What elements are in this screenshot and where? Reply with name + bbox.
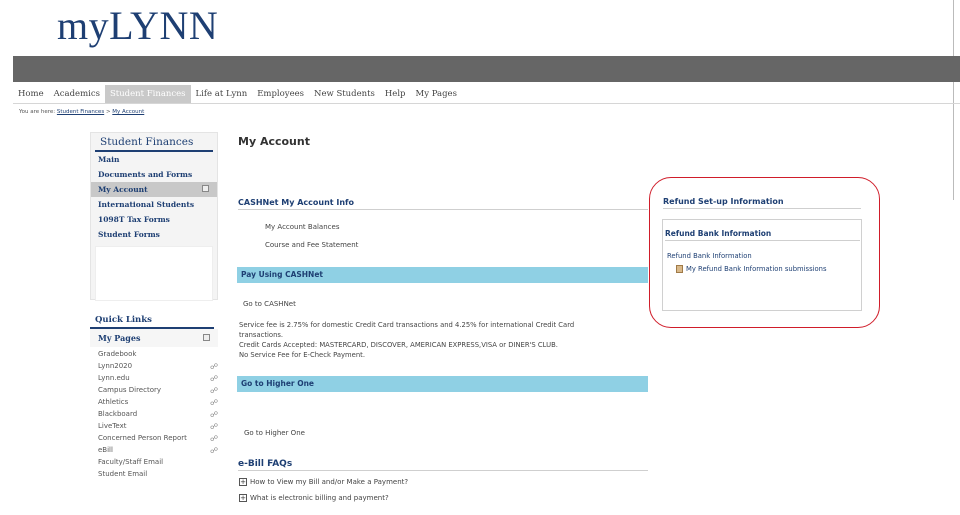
ebill-faqs-title: e-Bill FAQs bbox=[238, 459, 648, 471]
my-account-balances-link[interactable]: My Account Balances bbox=[265, 223, 339, 231]
sidebar-item-student-forms[interactable]: Student Forms bbox=[91, 227, 217, 242]
sidebar-item-1098t-tax-forms[interactable]: 1098T Tax Forms bbox=[91, 212, 217, 227]
nav-student-finances[interactable]: Student Finances bbox=[104, 85, 191, 103]
site-logo[interactable]: myLYNN bbox=[57, 2, 218, 49]
quick-links-panel: Quick Links My Pages Gradebook Lynn2020 ☍ L… bbox=[90, 312, 218, 480]
quick-link-item[interactable]: Lynn2020 ☍ bbox=[98, 360, 218, 372]
pay-using-cashnet-bar: Pay Using CASHNet bbox=[237, 267, 648, 283]
cashnet-section-title: CASHNet My Account Info bbox=[238, 198, 648, 210]
nav-home[interactable]: Home bbox=[13, 85, 49, 103]
refund-bank-subtitle[interactable]: Refund Bank Information bbox=[667, 252, 752, 260]
main-nav: Home Academics Student Finances Life at … bbox=[13, 85, 462, 103]
breadcrumb: You are here: Student Finances > My Acco… bbox=[19, 109, 145, 115]
sidebar-item-documents-and-forms[interactable]: Documents and Forms bbox=[91, 167, 217, 182]
nav-my-pages[interactable]: My Pages bbox=[411, 85, 462, 103]
document-icon bbox=[676, 265, 683, 273]
sidebar-item-my-account[interactable]: My Account bbox=[91, 182, 217, 197]
course-fee-statement-link[interactable]: Course and Fee Statement bbox=[265, 241, 358, 249]
nav-academics[interactable]: Academics bbox=[49, 85, 105, 103]
quick-link-item[interactable]: Concerned Person Report ☍ bbox=[98, 432, 218, 444]
go-to-higher-one-bar: Go to Higher One bbox=[237, 376, 648, 392]
go-to-cashnet-link[interactable]: Go to CASHNet bbox=[243, 300, 296, 308]
sidebar-item-main[interactable]: Main bbox=[91, 152, 217, 167]
sidebar-item-international-students[interactable]: International Students bbox=[91, 197, 217, 212]
collapse-icon[interactable] bbox=[202, 185, 209, 192]
refund-bank-title: Refund Bank Information bbox=[665, 229, 860, 241]
breadcrumb-my-account[interactable]: My Account bbox=[112, 109, 144, 115]
quick-link-item[interactable]: eBill ☍ bbox=[98, 444, 218, 456]
breadcrumb-student-finances[interactable]: Student Finances bbox=[57, 109, 104, 115]
my-pages-header[interactable]: My Pages bbox=[90, 329, 218, 347]
window-edge-divider bbox=[953, 0, 954, 200]
nav-help[interactable]: Help bbox=[380, 85, 411, 103]
quick-link-item[interactable]: LiveText ☍ bbox=[98, 420, 218, 432]
faq-item[interactable]: + What is electronic billing and payment… bbox=[239, 494, 389, 502]
nav-new-students[interactable]: New Students bbox=[309, 85, 380, 103]
quick-links-list: Gradebook Lynn2020 ☍ Lynn.edu ☍ Campus Direct… bbox=[90, 347, 218, 480]
quick-link-item[interactable]: Blackboard ☍ bbox=[98, 408, 218, 420]
quick-link-item[interactable]: Athletics ☍ bbox=[98, 396, 218, 408]
quick-link-item[interactable]: Gradebook bbox=[98, 348, 218, 360]
go-to-higher-one-link[interactable]: Go to Higher One bbox=[244, 429, 305, 437]
faq-item[interactable]: + How to View my Bill and/or Make a Paym… bbox=[239, 478, 408, 486]
sidebar-student-finances: Student Finances Main Documents and Form… bbox=[90, 132, 218, 301]
page-title: My Account bbox=[238, 135, 310, 148]
quick-link-item[interactable]: Student Email bbox=[98, 468, 218, 480]
quick-links-title[interactable]: Quick Links bbox=[90, 312, 214, 329]
expand-icon[interactable]: + bbox=[239, 478, 247, 486]
nav-employees[interactable]: Employees bbox=[252, 85, 309, 103]
top-banner-bar bbox=[13, 56, 960, 82]
refund-submissions-link[interactable]: My Refund Bank Information submissions bbox=[676, 265, 827, 273]
sidebar-empty-area bbox=[95, 246, 213, 301]
nav-divider bbox=[13, 103, 960, 104]
expand-icon[interactable]: + bbox=[239, 494, 247, 502]
sidebar-title: Student Finances bbox=[95, 133, 213, 152]
quick-link-item[interactable]: Faculty/Staff Email bbox=[98, 456, 218, 468]
quick-link-item[interactable]: Lynn.edu ☍ bbox=[98, 372, 218, 384]
service-fee-text: Service fee is 2.75% for domestic Credit… bbox=[239, 321, 575, 359]
refund-setup-title: Refund Set-up Information bbox=[663, 197, 861, 209]
collapse-icon[interactable] bbox=[203, 334, 210, 341]
quick-link-item[interactable]: Campus Directory ☍ bbox=[98, 384, 218, 396]
nav-life-at-lynn[interactable]: Life at Lynn bbox=[191, 85, 253, 103]
